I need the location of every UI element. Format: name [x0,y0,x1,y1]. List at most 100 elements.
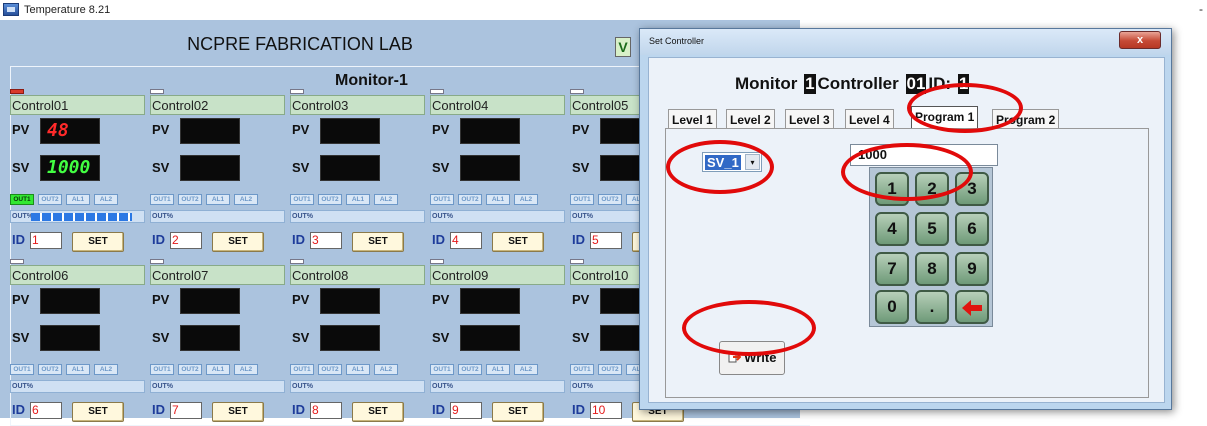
controller-tile: Control03 PV SV OUT1 OUT2 AL1 AL2 OUT% ID 3 SET [290,89,425,252]
id-field[interactable]: 4 [450,232,482,249]
sv-label: SV [572,330,590,345]
controller-name: Control07 [150,265,285,285]
out2-indicator: OUT2 [598,364,622,375]
status-led [430,259,444,264]
set-button[interactable]: SET [72,232,124,252]
out1-indicator: OUT1 [290,194,314,205]
set-button[interactable]: SET [492,402,544,422]
id-field[interactable]: 1 [30,232,62,249]
monitor-number: 1 [804,74,816,94]
sv-label: SV [432,330,450,345]
al1-indicator: AL1 [346,364,370,375]
id-field[interactable]: 3 [310,232,342,249]
sv-label: SV [152,160,170,175]
controller-tile: Control02 PV SV OUT1 OUT2 AL1 AL2 OUT% ID 2 SET [150,89,285,252]
status-led [10,89,24,94]
status-led [150,259,164,264]
al2-indicator: AL2 [234,194,258,205]
pv-display [320,288,380,314]
pv-label: PV [152,122,170,137]
al2-indicator: AL2 [514,194,538,205]
status-led [10,259,24,264]
al1-indicator: AL1 [66,364,90,375]
id-label: ID [152,232,165,247]
out-percent-label: OUT% [12,213,33,220]
status-led [290,89,304,94]
app-title: Temperature 8.21 [24,4,111,16]
pv-display [460,288,520,314]
pv-label: PV [292,122,310,137]
out-level-fill [31,213,132,221]
sv-label: SV [152,330,170,345]
out2-indicator: OUT2 [598,194,622,205]
id-label: ID [292,232,305,247]
out-percent-bar: OUT% [150,210,285,223]
tab-level-2[interactable]: Level 2 [726,109,775,129]
al2-indicator: AL2 [514,364,538,375]
monitor-label: Monitor [735,74,798,93]
tab-level-1[interactable]: Level 1 [668,109,717,129]
set-button[interactable]: SET [212,402,264,422]
indicator-row: OUT1 OUT2 AL1 AL2 [10,194,145,206]
out-percent-label: OUT% [292,383,313,390]
set-button[interactable]: SET [352,232,404,252]
indicator-row: OUT1 OUT2 AL1 AL2 [10,364,145,376]
close-button[interactable]: x [1119,31,1161,49]
id-field[interactable]: 6 [30,402,62,419]
controller-tile: Control01 PV 48 SV 1000 OUT1 OUT2 AL1 AL2 OUT% ID 1… [10,89,145,252]
sv-label: SV [12,160,30,175]
sv-label: SV [432,160,450,175]
out-percent-bar: OUT% [10,210,145,223]
controller-name: Control06 [10,265,145,285]
set-button[interactable]: SET [492,232,544,252]
out1-indicator: OUT1 [150,364,174,375]
out-percent-label: OUT% [292,213,313,220]
set-button[interactable]: SET [212,232,264,252]
out-percent-label: OUT% [432,383,453,390]
key-5[interactable]: 5 [915,212,949,246]
al2-indicator: AL2 [94,364,118,375]
controller-label: Controller [817,74,899,93]
controller-name: Control01 [10,95,145,115]
controller-name: Control08 [290,265,425,285]
backspace-key[interactable] [955,290,989,324]
key-0[interactable]: 0 [875,290,909,324]
key-8[interactable]: 8 [915,252,949,286]
sv-label: SV [12,330,30,345]
id-field[interactable]: 10 [590,402,622,419]
set-button[interactable]: SET [352,402,404,422]
key-decimal[interactable]: . [915,290,949,324]
al2-indicator: AL2 [94,194,118,205]
out-percent-label: OUT% [572,213,593,220]
app-title-bar: Temperature 8.21 - [0,0,1207,20]
pv-label: PV [12,122,30,137]
v-tab[interactable]: V [615,37,631,57]
key-7[interactable]: 7 [875,252,909,286]
pv-display [320,118,380,144]
indicator-row: OUT1 OUT2 AL1 AL2 [430,364,565,376]
key-9[interactable]: 9 [955,252,989,286]
set-button[interactable]: SET [72,402,124,422]
key-6[interactable]: 6 [955,212,989,246]
controller-name: Control04 [430,95,565,115]
al1-indicator: AL1 [486,194,510,205]
controller-tile: Control04 PV SV OUT1 OUT2 AL1 AL2 OUT% ID 4 SET [430,89,565,252]
sv-display [460,325,520,351]
out1-indicator: OUT1 [150,194,174,205]
id-field[interactable]: 5 [590,232,622,249]
out2-indicator: OUT2 [38,364,62,375]
id-field[interactable]: 8 [310,402,342,419]
id-field[interactable]: 2 [170,232,202,249]
sv-label: SV [292,330,310,345]
id-field[interactable]: 9 [450,402,482,419]
id-field[interactable]: 7 [170,402,202,419]
key-4[interactable]: 4 [875,212,909,246]
al1-indicator: AL1 [206,364,230,375]
out2-indicator: OUT2 [458,364,482,375]
minimize-glyph[interactable]: - [1199,2,1203,16]
tab-level-3[interactable]: Level 3 [785,109,834,129]
sv-display [180,325,240,351]
pv-label: PV [152,292,170,307]
tab-level-4[interactable]: Level 4 [845,109,894,129]
pv-label: PV [432,292,450,307]
